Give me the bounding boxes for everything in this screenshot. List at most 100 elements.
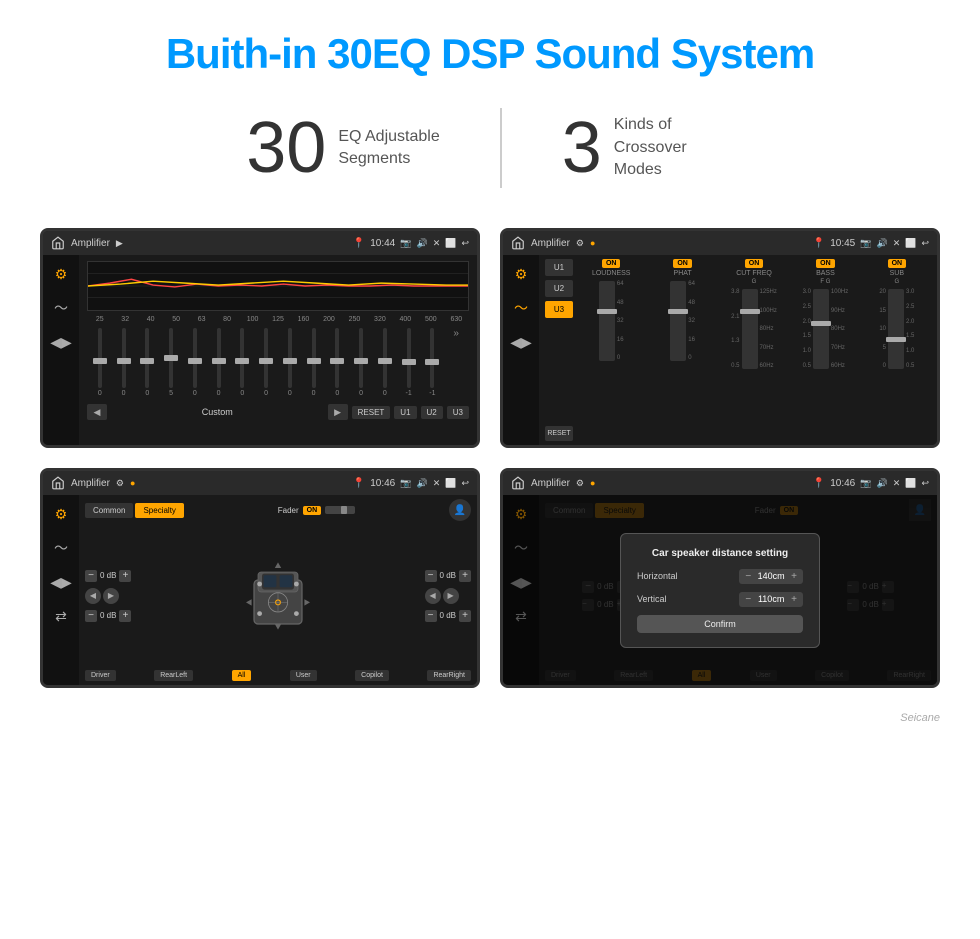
screen-icon-2[interactable]: ⬜ — [905, 238, 916, 249]
back-icon-4[interactable]: ↩ — [921, 478, 929, 489]
dialog-vertical-row: Vertical − 110cm + — [637, 592, 803, 607]
eq-slider-0[interactable]: 0 — [89, 328, 111, 398]
bass-toggle[interactable]: ON — [816, 259, 835, 268]
fader-slider-3[interactable] — [325, 506, 355, 514]
eq-slider-12[interactable]: 0 — [374, 328, 396, 398]
eq-slider-1[interactable]: 0 — [113, 328, 135, 398]
home-icon-3[interactable] — [51, 476, 65, 490]
fader-on-3[interactable]: ON — [303, 506, 322, 515]
back-icon-2[interactable]: ↩ — [921, 238, 929, 249]
eq-u1-btn[interactable]: U1 — [394, 406, 416, 419]
eq-slider-6[interactable]: 0 — [232, 328, 254, 398]
horizontal-control[interactable]: − 140cm + — [739, 569, 803, 584]
home-icon-1[interactable] — [51, 236, 65, 250]
eq-slider-2[interactable]: 0 — [137, 328, 159, 398]
crossover-number: 3 — [562, 112, 602, 184]
right-controls-3: − 0 dB + ◀ ▶ − 0 dB + — [425, 570, 471, 622]
horizontal-minus[interactable]: − — [745, 571, 751, 582]
spk-driver-3[interactable]: Driver — [85, 670, 116, 681]
db-minus-bl-3[interactable]: − — [85, 610, 97, 622]
sidebar-vol-icon[interactable]: ◀▶ — [50, 331, 72, 353]
tab-common-3[interactable]: Common — [85, 503, 133, 518]
play-icon-1[interactable]: ▶ — [116, 238, 123, 249]
vertical-control[interactable]: − 110cm + — [739, 592, 803, 607]
camera-icon-2: 📷 — [860, 238, 871, 249]
horizontal-plus[interactable]: + — [791, 571, 797, 582]
eq-slider-8[interactable]: 0 — [279, 328, 301, 398]
db-plus-tr-3[interactable]: + — [459, 570, 471, 582]
phat-toggle[interactable]: ON — [673, 259, 692, 268]
sidebar-wave-icon-2[interactable]: 〜 — [510, 297, 532, 319]
vertical-minus[interactable]: − — [745, 594, 751, 605]
eq-slider-9[interactable]: 0 — [303, 328, 325, 398]
eq-expand-icon[interactable]: » — [445, 328, 467, 398]
db-minus-tl-3[interactable]: − — [85, 570, 97, 582]
ch-cutfreq: ON CUT FREQ G 3.82.11.30.5 125Hz100Hz80 — [720, 259, 788, 441]
sidebar-wave-icon-3[interactable]: 〜 — [50, 537, 72, 559]
sidebar-bt-icon-3[interactable]: ⇄ — [50, 605, 72, 627]
confirm-button[interactable]: Confirm — [637, 615, 803, 633]
loudness-toggle[interactable]: ON — [602, 259, 621, 268]
spk-rearleft-3[interactable]: RearLeft — [154, 670, 193, 681]
screen-icon-4[interactable]: ⬜ — [905, 478, 916, 489]
sidebar-eq-icon-2[interactable]: ⚙ — [510, 263, 532, 285]
close-icon-3[interactable]: ✕ — [433, 478, 441, 489]
db-minus-br-3[interactable]: − — [425, 610, 437, 622]
sidebar-eq-icon[interactable]: ⚙ — [50, 263, 72, 285]
status-bar-2: Amplifier ⚙ ● 📍 10:45 📷 🔊 ✕ ⬜ ↩ — [503, 231, 937, 255]
back-icon-1[interactable]: ↩ — [461, 238, 469, 249]
eq-slider-5[interactable]: 0 — [208, 328, 230, 398]
db-minus-tr-3[interactable]: − — [425, 570, 437, 582]
spk-user-3[interactable]: User — [290, 670, 317, 681]
screens-grid: Amplifier ▶ 📍 10:44 📷 🔊 ✕ ⬜ ↩ ⚙ 〜 ◀▶ — [0, 218, 980, 708]
horizontal-value: 140cm — [755, 571, 787, 581]
sidebar-wave-icon[interactable]: 〜 — [50, 297, 72, 319]
home-icon-4[interactable] — [511, 476, 525, 490]
close-icon-1[interactable]: ✕ — [433, 238, 441, 249]
eq-slider-14[interactable]: -1 — [422, 328, 444, 398]
volume-icon-4[interactable]: 🔊 — [876, 478, 887, 489]
preset-u3[interactable]: U3 — [545, 301, 573, 318]
close-icon-2[interactable]: ✕ — [893, 238, 901, 249]
db-plus-br-3[interactable]: + — [459, 610, 471, 622]
vertical-plus[interactable]: + — [791, 594, 797, 605]
eq-slider-7[interactable]: 0 — [255, 328, 277, 398]
sidebar-eq-icon-3[interactable]: ⚙ — [50, 503, 72, 525]
eq-reset-btn[interactable]: RESET — [352, 406, 391, 419]
close-icon-4[interactable]: ✕ — [893, 478, 901, 489]
tab-specialty-3[interactable]: Specialty — [135, 503, 183, 518]
preset-u1[interactable]: U1 — [545, 259, 573, 276]
sub-toggle[interactable]: ON — [888, 259, 907, 268]
settings-icon-4[interactable]: ⚙ — [576, 478, 584, 489]
cutfreq-toggle[interactable]: ON — [745, 259, 764, 268]
settings-icon-3[interactable]: ⚙ — [116, 478, 124, 489]
cross-reset-btn[interactable]: RESET — [545, 426, 573, 441]
db-plus-bl-3[interactable]: + — [119, 610, 131, 622]
spk-all-3[interactable]: All — [232, 670, 252, 681]
eq-slider-4[interactable]: 0 — [184, 328, 206, 398]
spk-copilot-3[interactable]: Copilot — [355, 670, 389, 681]
spk-rearright-3[interactable]: RearRight — [427, 670, 471, 681]
user-icon-3[interactable]: 👤 — [449, 499, 471, 521]
eq-slider-3[interactable]: 5 — [160, 328, 182, 398]
home-icon-2[interactable] — [511, 236, 525, 250]
screen-icon-1[interactable]: ⬜ — [445, 238, 456, 249]
eq-next-btn[interactable]: ▶ — [328, 404, 348, 420]
eq-prev-btn[interactable]: ◀ — [87, 404, 107, 420]
eq-slider-13[interactable]: -1 — [398, 328, 420, 398]
screen-icon-3[interactable]: ⬜ — [445, 478, 456, 489]
volume-icon-2[interactable]: 🔊 — [876, 238, 887, 249]
sidebar-vol-icon-3[interactable]: ◀▶ — [50, 571, 72, 593]
volume-icon-1[interactable]: 🔊 — [416, 238, 427, 249]
back-icon-3[interactable]: ↩ — [461, 478, 469, 489]
preset-u2[interactable]: U2 — [545, 280, 573, 297]
sidebar-vol-icon-2[interactable]: ◀▶ — [510, 331, 532, 353]
car-diagram-3 — [137, 556, 418, 636]
eq-slider-10[interactable]: 0 — [327, 328, 349, 398]
settings-icon-2[interactable]: ⚙ — [576, 238, 584, 249]
eq-u2-btn[interactable]: U2 — [421, 406, 443, 419]
eq-u3-btn[interactable]: U3 — [447, 406, 469, 419]
eq-slider-11[interactable]: 0 — [350, 328, 372, 398]
volume-icon-3[interactable]: 🔊 — [416, 478, 427, 489]
db-plus-tl-3[interactable]: + — [119, 570, 131, 582]
